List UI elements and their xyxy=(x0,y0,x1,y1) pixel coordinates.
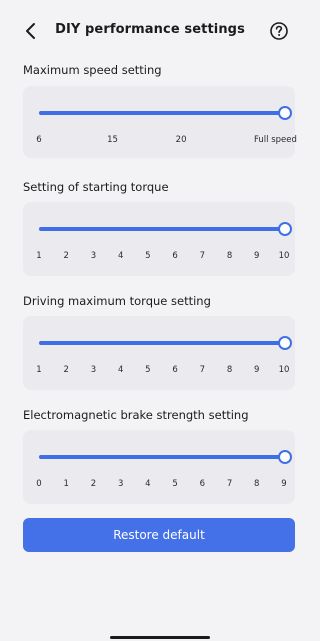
tick-label: 7 xyxy=(199,251,206,261)
tick-label: 2 xyxy=(63,365,69,375)
tick-label: 4 xyxy=(117,251,124,261)
tick-label: 2 xyxy=(63,251,69,261)
tick-label: 6 xyxy=(172,251,178,261)
tick-label: 8 xyxy=(226,365,233,375)
slider-fill xyxy=(39,341,284,345)
slider-thumb[interactable] xyxy=(278,450,292,464)
tick-label: 4 xyxy=(117,365,124,375)
brake-strength-card: 0 1 2 3 4 5 6 7 8 9 xyxy=(23,430,295,504)
tick-label: 15 xyxy=(107,135,118,145)
tick-label: 3 xyxy=(117,479,124,489)
max-torque-slider[interactable] xyxy=(39,336,292,350)
max-torque-card: 1 2 3 4 5 6 7 8 9 10 xyxy=(23,316,295,390)
tick-label: 0 xyxy=(36,479,42,489)
restore-default-button[interactable]: Restore default xyxy=(23,518,295,552)
starting-torque-label: Setting of starting torque xyxy=(23,180,169,194)
slider-fill xyxy=(39,227,284,231)
tick-label: 2 xyxy=(90,479,97,489)
tick-label: 1 xyxy=(36,251,42,261)
tick-label: 7 xyxy=(226,479,233,489)
tick-label: 8 xyxy=(254,479,260,489)
starting-torque-slider[interactable] xyxy=(39,222,292,236)
max-speed-ticks: 6 15 20 Full speed xyxy=(36,135,297,149)
starting-torque-ticks: 1 2 3 4 5 6 7 8 9 10 xyxy=(36,251,289,265)
tick-label: 6 xyxy=(172,365,178,375)
slider-fill xyxy=(39,111,284,115)
tick-label: 6 xyxy=(36,135,42,145)
max-speed-label: Maximum speed setting xyxy=(23,63,162,77)
max-torque-ticks: 1 2 3 4 5 6 7 8 9 10 xyxy=(36,365,289,379)
tick-label: 3 xyxy=(90,365,97,375)
tick-label: 10 xyxy=(278,365,290,375)
slider-thumb[interactable] xyxy=(278,222,292,236)
top-bar: DIY performance settings xyxy=(0,0,300,60)
max-speed-card: 6 15 20 Full speed xyxy=(23,86,297,158)
starting-torque-card: 1 2 3 4 5 6 7 8 9 10 xyxy=(23,202,295,276)
tick-label: 5 xyxy=(172,479,178,489)
brake-strength-slider[interactable] xyxy=(39,450,292,464)
help-button[interactable] xyxy=(268,20,290,42)
tick-label: 5 xyxy=(145,251,151,261)
tick-label: 20 xyxy=(175,135,187,145)
tick-label: 8 xyxy=(226,251,233,261)
home-indicator xyxy=(110,636,210,639)
tick-label: 10 xyxy=(278,251,290,261)
max-torque-label: Driving maximum torque setting xyxy=(23,294,211,308)
max-speed-slider[interactable] xyxy=(39,106,292,120)
tick-label: 4 xyxy=(145,479,151,489)
tick-label: 6 xyxy=(199,479,206,489)
brake-strength-label: Electromagnetic brake strength setting xyxy=(23,408,249,422)
tick-label: 1 xyxy=(63,479,69,489)
question-circle-icon xyxy=(270,22,288,40)
tick-label: 5 xyxy=(145,365,151,375)
slider-thumb[interactable] xyxy=(278,336,292,350)
slider-fill xyxy=(39,455,284,459)
tick-label: Full speed xyxy=(253,135,297,145)
tick-label: 9 xyxy=(281,479,287,489)
tick-label: 9 xyxy=(254,365,260,375)
page-title: DIY performance settings xyxy=(55,22,245,37)
slider-thumb[interactable] xyxy=(278,106,292,120)
tick-label: 1 xyxy=(36,365,42,375)
tick-label: 9 xyxy=(254,251,260,261)
tick-label: 7 xyxy=(199,365,206,375)
tick-label: 3 xyxy=(90,251,97,261)
brake-strength-ticks: 0 1 2 3 4 5 6 7 8 9 xyxy=(36,479,287,493)
